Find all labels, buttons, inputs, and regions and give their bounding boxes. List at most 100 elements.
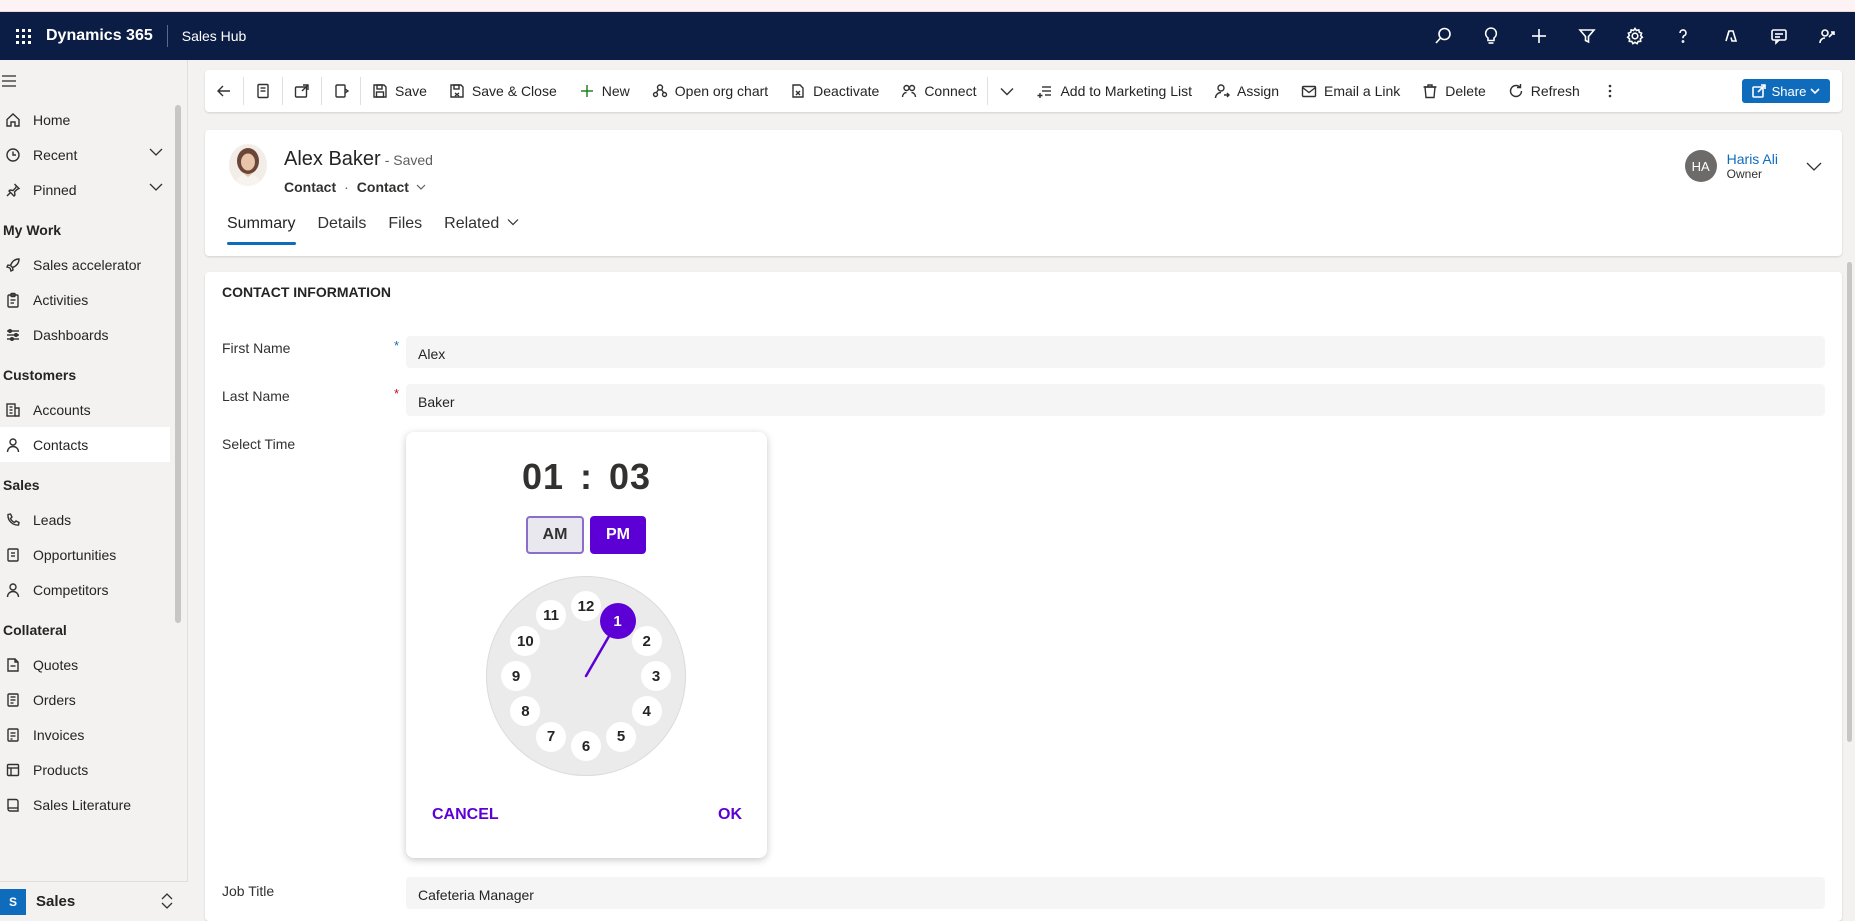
- save-icon: [373, 84, 387, 98]
- more-vertical-icon: [1608, 84, 1612, 98]
- chevron-down-icon[interactable]: [149, 147, 163, 157]
- chevron-down-icon[interactable]: [1806, 161, 1822, 171]
- clock-number-6[interactable]: 6: [571, 731, 601, 761]
- open-org-chart-button[interactable]: Open org chart: [641, 70, 779, 112]
- clock-number-1[interactable]: 1: [599, 603, 636, 640]
- hamburger-button[interactable]: [0, 60, 187, 102]
- sidebar-item-orders[interactable]: Orders: [0, 682, 187, 717]
- back-button[interactable]: [205, 70, 243, 112]
- connect-button[interactable]: Connect: [890, 70, 987, 112]
- top-navigation-bar: Dynamics 365 Sales Hub: [0, 12, 1855, 60]
- lightbulb-icon[interactable]: [1467, 12, 1515, 60]
- rocket-icon: [2, 256, 24, 274]
- sidebar-item-competitors[interactable]: Competitors: [0, 572, 187, 607]
- process-button[interactable]: [322, 70, 360, 112]
- refresh-icon: [1509, 84, 1522, 98]
- more-commands-button[interactable]: [1591, 70, 1629, 112]
- owner-name-link[interactable]: Haris Ali: [1727, 151, 1778, 167]
- recommended-indicator: *: [394, 338, 400, 353]
- clock-number-4[interactable]: 4: [631, 696, 662, 726]
- sidebar-item-contacts[interactable]: Contacts: [0, 427, 170, 462]
- hour-display[interactable]: 01: [522, 456, 564, 497]
- sidebar-item-home[interactable]: Home: [0, 102, 187, 137]
- sidebar-item-label: Home: [33, 111, 71, 128]
- sidebar-item-label: Orders: [33, 691, 76, 708]
- save-close-button[interactable]: Save & Close: [438, 70, 568, 112]
- new-button[interactable]: New: [568, 70, 641, 112]
- assist-icon[interactable]: [1803, 12, 1851, 60]
- sidebar-scrollbar[interactable]: [175, 105, 181, 623]
- clock-number-2[interactable]: 2: [631, 626, 662, 656]
- entity-name: Contact: [284, 179, 337, 195]
- plus-icon[interactable]: [1515, 12, 1563, 60]
- assign-icon: [1214, 84, 1230, 99]
- add-to-marketing-list-button[interactable]: Add to Marketing List: [1026, 70, 1203, 112]
- sidebar-item-label: Opportunities: [33, 546, 117, 563]
- sidebar-item-products[interactable]: Products: [0, 752, 187, 787]
- time-picker-dialog: 01:03 AM PM 12 1 2 3 4 5 6 7 8 9 10 11 CANCEL OK: [406, 432, 767, 858]
- share-icon: [1751, 84, 1766, 98]
- tab-details[interactable]: Details: [317, 210, 376, 250]
- brand-title[interactable]: Dynamics 365: [46, 27, 167, 45]
- ok-button[interactable]: OK: [718, 806, 742, 824]
- sidebar-item-accounts[interactable]: Accounts: [0, 392, 187, 427]
- chevron-down-icon[interactable]: [149, 182, 163, 192]
- pm-button[interactable]: PM: [590, 516, 646, 554]
- more-connect-button[interactable]: [988, 70, 1026, 112]
- open-window-icon: [294, 84, 309, 98]
- clock-number-7[interactable]: 7: [536, 721, 566, 752]
- settings-icon[interactable]: [1611, 12, 1659, 60]
- clock-number-12[interactable]: 12: [571, 591, 601, 621]
- save-button[interactable]: Save: [361, 70, 438, 112]
- clock-number-9[interactable]: 9: [501, 661, 531, 691]
- assign-button[interactable]: Assign: [1203, 70, 1290, 112]
- share-button[interactable]: Share: [1742, 79, 1830, 103]
- sidebar-item-sales-literature[interactable]: Sales Literature: [0, 787, 187, 822]
- open-new-window-button[interactable]: [283, 70, 321, 112]
- app-name[interactable]: Sales Hub: [168, 28, 247, 44]
- filter-icon[interactable]: [1563, 12, 1611, 60]
- clock-number-3[interactable]: 3: [641, 661, 671, 691]
- clock-face[interactable]: 12 1 2 3 4 5 6 7 8 9 10 11: [486, 576, 686, 776]
- sidebar-item-activities[interactable]: Activities: [0, 282, 187, 317]
- search-icon[interactable]: [1419, 12, 1467, 60]
- sidebar-item-label: Pinned: [33, 181, 77, 198]
- delete-button[interactable]: Delete: [1411, 70, 1496, 112]
- waffle-icon: [15, 28, 31, 44]
- chevron-down-icon: [1000, 88, 1014, 96]
- area-switcher[interactable]: S Sales: [0, 881, 188, 921]
- tab-related[interactable]: Related: [444, 210, 529, 250]
- clock-number-5[interactable]: 5: [606, 721, 636, 752]
- chat-icon[interactable]: [1755, 12, 1803, 60]
- form-selector[interactable]: Contact: [357, 179, 427, 195]
- main-scrollbar[interactable]: [1847, 262, 1852, 742]
- copilot-icon[interactable]: [1707, 12, 1755, 60]
- tab-related-label: Related: [444, 215, 500, 232]
- minute-display[interactable]: 03: [609, 456, 651, 497]
- tab-summary[interactable]: Summary: [227, 210, 305, 250]
- clock-icon: [2, 146, 24, 164]
- email-link-button[interactable]: Email a Link: [1290, 70, 1411, 112]
- deactivate-button[interactable]: Deactivate: [779, 70, 890, 112]
- sidebar-item-sales-accelerator[interactable]: Sales accelerator: [0, 247, 187, 282]
- home-icon: [2, 111, 24, 129]
- cancel-button[interactable]: CANCEL: [432, 806, 499, 824]
- last-name-field[interactable]: Baker: [406, 384, 1825, 416]
- help-icon[interactable]: [1659, 12, 1707, 60]
- tab-files[interactable]: Files: [388, 210, 432, 250]
- record-save-status: - Saved: [384, 152, 433, 168]
- sidebar-item-recent[interactable]: Recent: [0, 137, 187, 172]
- sidebar-item-quotes[interactable]: Quotes: [0, 647, 187, 682]
- sidebar-item-opportunities[interactable]: Opportunities: [0, 537, 187, 572]
- record-info-button[interactable]: [244, 70, 282, 112]
- am-button[interactable]: AM: [526, 516, 584, 554]
- first-name-field[interactable]: Alex: [406, 336, 1825, 368]
- sidebar-item-leads[interactable]: Leads: [0, 502, 187, 537]
- sidebar-item-invoices[interactable]: Invoices: [0, 717, 187, 752]
- job-title-field[interactable]: Cafeteria Manager: [406, 877, 1825, 909]
- refresh-button[interactable]: Refresh: [1497, 70, 1591, 112]
- sidebar-item-pinned[interactable]: Pinned: [0, 172, 187, 207]
- clipboard-icon: [2, 291, 24, 309]
- app-launcher-button[interactable]: [0, 12, 46, 60]
- sidebar-item-dashboards[interactable]: Dashboards: [0, 317, 187, 352]
